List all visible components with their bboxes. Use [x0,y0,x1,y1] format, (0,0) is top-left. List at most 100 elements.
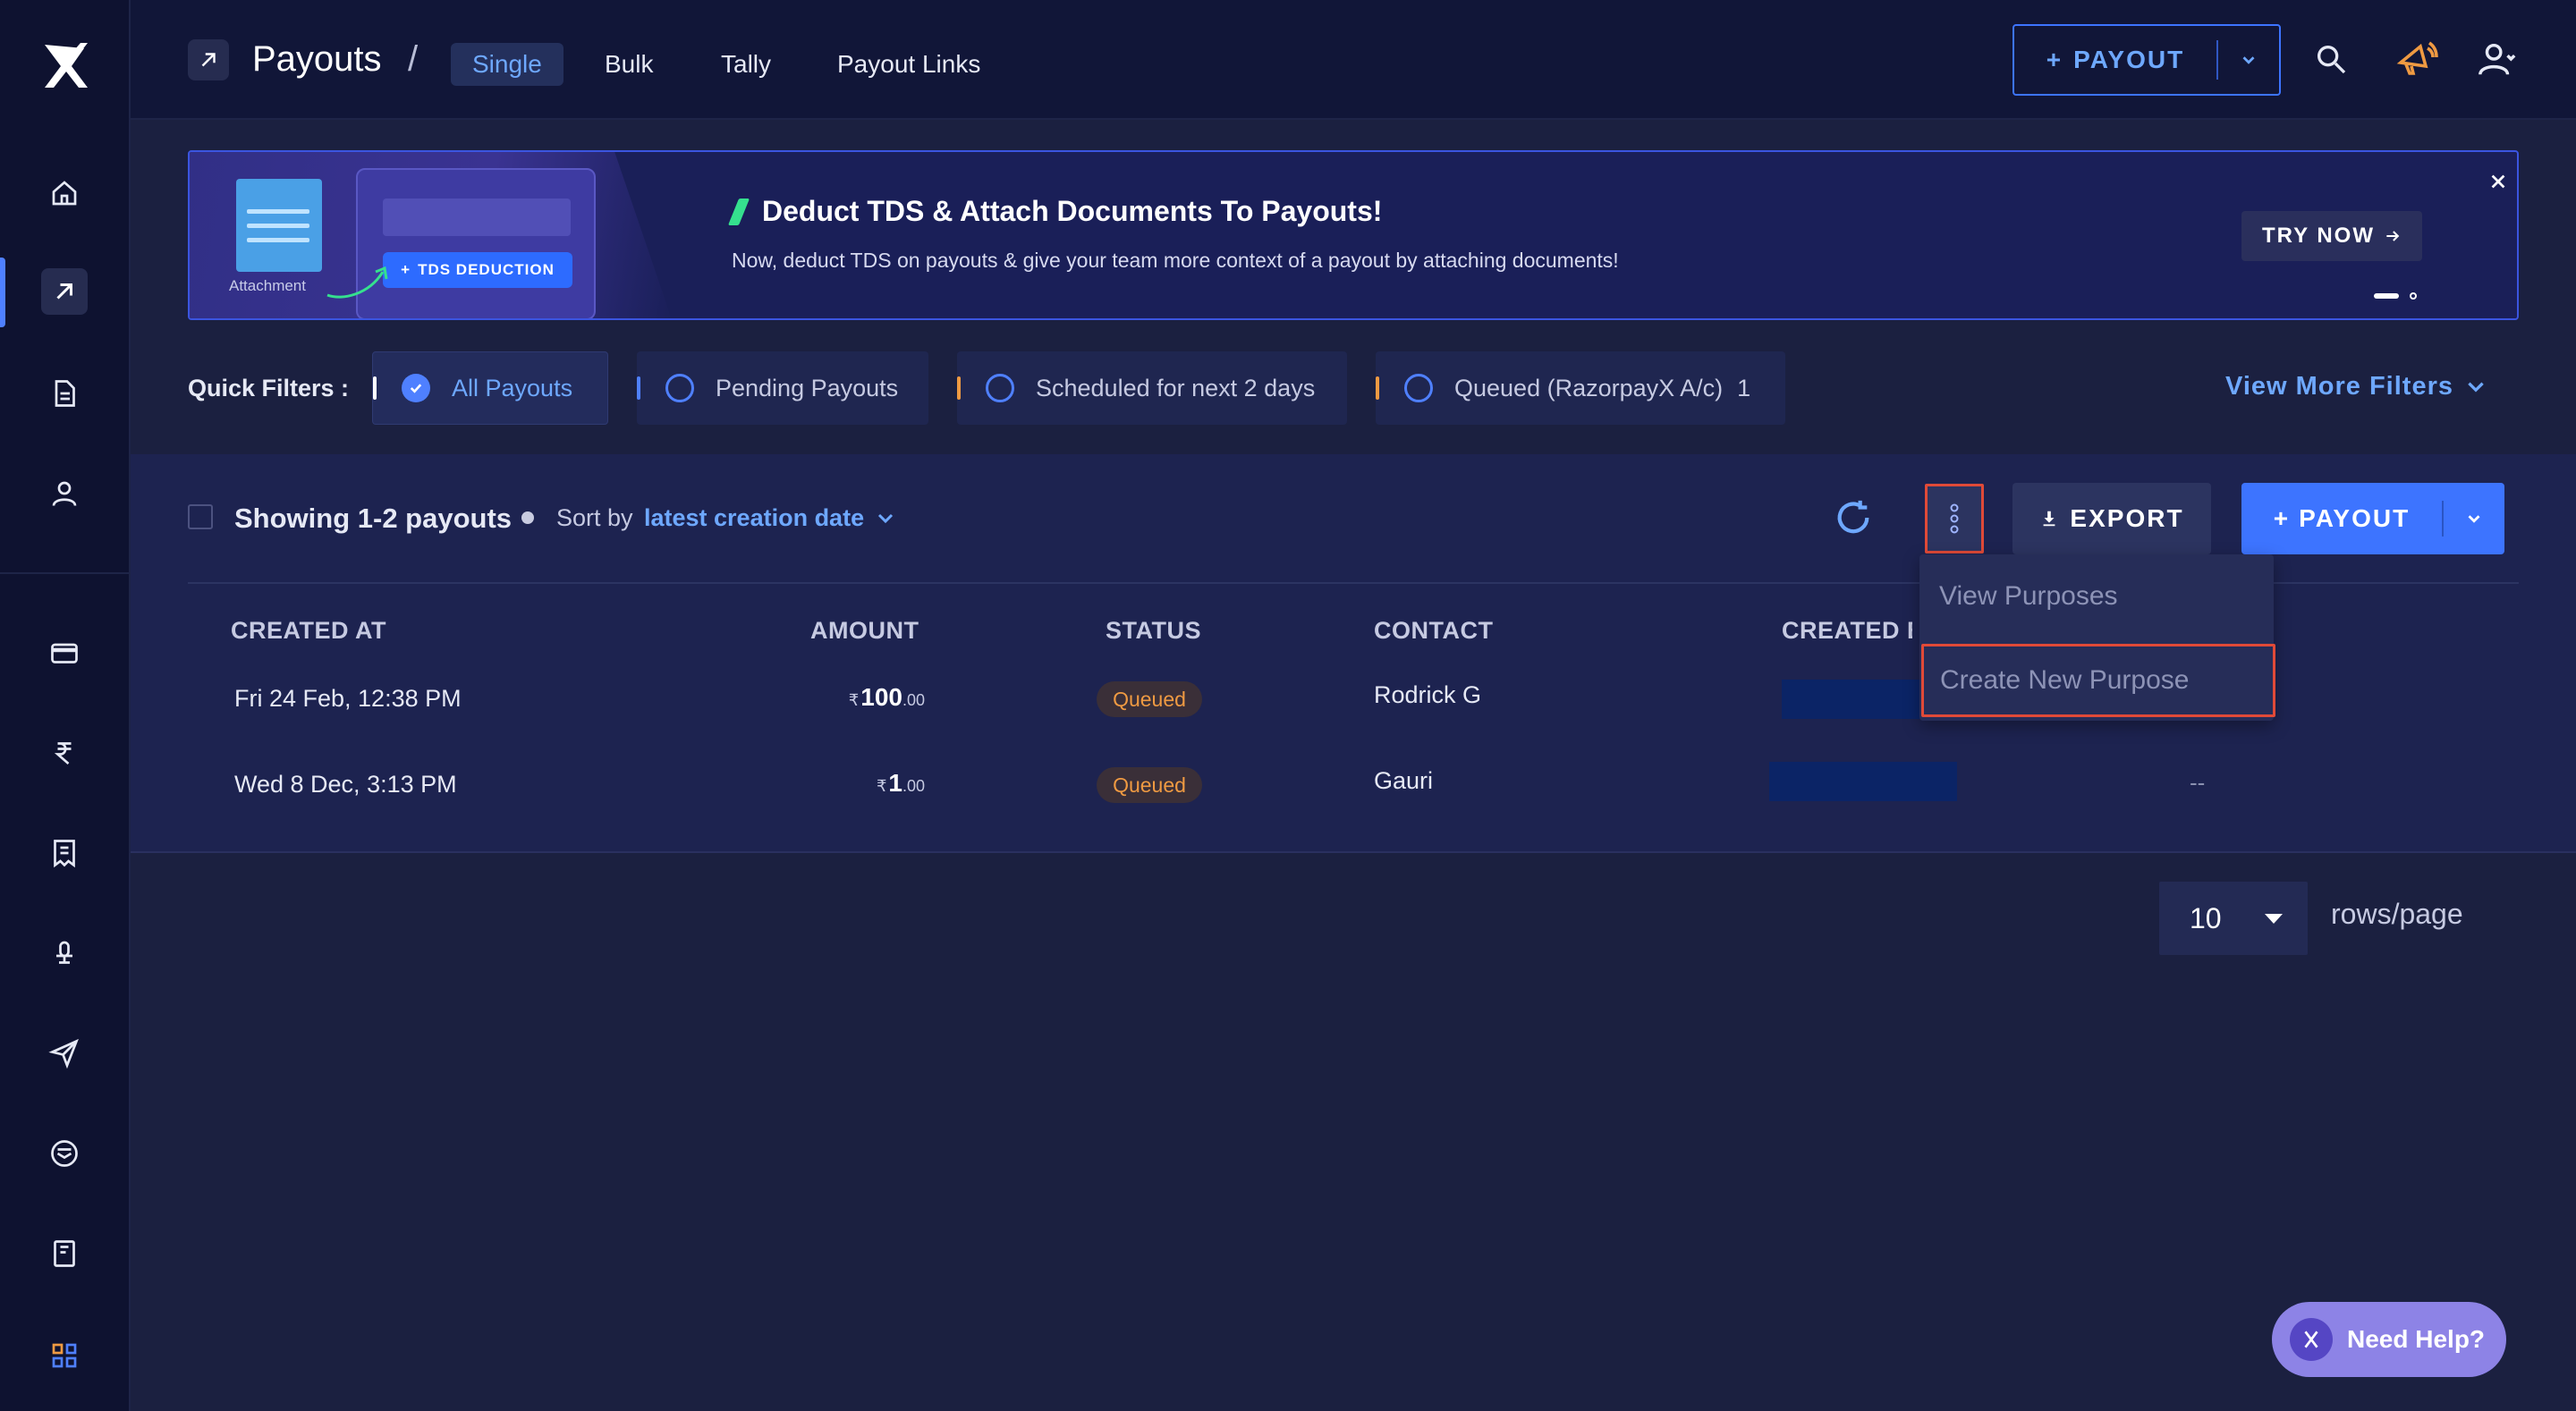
rows-per-page-label: rows/page [2331,898,2463,930]
contacts-icon[interactable] [47,476,82,511]
column-created-at: CREATED AT [231,617,386,644]
tab-tally[interactable]: Tally [699,43,792,86]
send-icon[interactable] [47,1035,82,1071]
breadcrumb-separator: / [408,39,419,79]
document-icon[interactable] [47,376,82,411]
header-payout-button: + PAYOUT [2012,24,2281,96]
column-amount: AMOUNT [810,617,919,644]
row-created-at: Fri 24 Feb, 12:38 PM [234,685,462,712]
carousel-dot[interactable] [2410,292,2417,300]
sort-by-label: Sort by [556,504,633,531]
banner-description: Now, deduct TDS on payouts & give your t… [732,249,1619,272]
filter-label: Queued (RazorpayX A/c) [1454,374,1724,401]
caret-down-icon [2265,914,2283,924]
column-status: STATUS [1106,617,1201,644]
tds-deduction-badge: + TDS DEDUCTION [383,252,572,288]
menu-create-new-purpose[interactable]: Create New Purpose [1921,644,2275,717]
user-account-icon[interactable] [2474,36,2521,82]
filter-color-bar [637,376,640,400]
filter-label: Scheduled for next 2 days [1036,374,1316,401]
table-row[interactable] [131,748,2576,824]
row-created-at: Wed 8 Dec, 3:13 PM [234,771,457,798]
download-icon [2044,511,2055,527]
tab-bulk[interactable]: Bulk [583,43,674,86]
razorpayx-logo[interactable] [39,39,89,93]
rows-per-page-value: 10 [2190,901,2222,934]
filter-queued[interactable]: Queued (RazorpayX A/c) 1 [1376,351,1785,425]
tab-single[interactable]: Single [451,43,564,86]
apps-grid-icon[interactable] [47,1338,82,1373]
refresh-icon[interactable] [1830,494,1877,541]
row-contact: Rodrick G [1374,681,1482,708]
close-icon[interactable] [2485,168,2512,195]
need-help-button[interactable]: Need Help? [2272,1302,2506,1377]
plus-icon: + [401,261,411,278]
try-now-button[interactable]: TRY NOW [2241,211,2422,261]
showing-count: Showing 1-2 payouts [234,503,513,534]
column-created-by: CREATED BY [1782,617,1912,644]
announcement-icon[interactable] [2394,36,2440,82]
row-amount: ₹ 100 .00 [848,683,925,711]
page-title: Payouts [252,39,382,79]
radio-icon [665,374,694,402]
menu-view-purposes[interactable]: View Purposes [1939,581,2118,612]
export-label: EXPORT [2070,504,2184,532]
filter-pending-payouts[interactable]: Pending Payouts [637,351,928,425]
filter-label: All Payouts [452,374,573,401]
plus-icon: + [2046,46,2063,73]
carousel-dot-active[interactable] [2374,293,2399,299]
row-amount: ₹ 1 .00 [876,769,925,797]
header-payout-main[interactable]: + PAYOUT [2014,26,2216,94]
payout-dropdown[interactable] [2444,483,2504,554]
view-more-filters-label: View More Filters [2225,372,2453,401]
rows-per-page-select[interactable]: 10 [2159,882,2308,955]
header-payout-dropdown[interactable] [2218,26,2279,94]
inbox-icon[interactable] [47,1136,82,1171]
banner-accent-stripe [727,199,750,225]
payouts-arrow-icon[interactable] [47,274,82,309]
filter-all-payouts[interactable]: All Payouts [372,351,608,425]
status-badge: Queued [1097,681,1202,717]
filter-color-bar [957,376,961,400]
invoice-icon[interactable] [47,835,82,871]
radio-icon [1404,374,1433,402]
filter-scheduled[interactable]: Scheduled for next 2 days [957,351,1347,425]
created-by-redacted [1769,762,1957,801]
quick-filters-label: Quick Filters : [188,375,350,401]
created-by-redacted [1782,680,1921,719]
tab-payout-links[interactable]: Payout Links [816,43,1002,86]
filter-color-bar [373,376,377,400]
tax-icon[interactable] [47,935,82,971]
rupee-icon[interactable] [47,735,82,771]
card-icon[interactable] [47,635,82,671]
view-more-filters-link[interactable]: View More Filters [2225,372,2487,401]
chevron-down-icon [878,513,894,523]
menu-create-new-purpose-label: Create New Purpose [1940,665,2190,695]
payout-button: + PAYOUT [2241,483,2504,554]
button-separator [2216,40,2218,80]
filter-label: Pending Payouts [716,374,899,401]
try-now-label: TRY NOW [2262,224,2375,248]
sort-by-dropdown[interactable]: latest creation date [644,504,896,532]
need-help-label: Need Help? [2347,1325,2486,1353]
more-options-button[interactable] [1925,484,1984,553]
vertical-dots-icon [1950,503,1959,534]
row-empty-value: -- [2190,769,2206,796]
sidebar [0,0,131,1411]
chevron-down-icon [2242,56,2255,64]
radio-icon [986,374,1014,402]
check-circle-icon [402,374,430,402]
column-contact: CONTACT [1374,617,1494,644]
payout-main[interactable]: + PAYOUT [2241,483,2442,554]
row-contact: Gauri [1374,767,1434,794]
dot-separator [521,511,534,524]
arrow-right-icon [2386,231,2400,241]
export-button[interactable]: EXPORT [2012,483,2211,554]
search-icon[interactable] [2308,36,2354,82]
home-icon[interactable] [47,175,82,211]
header-payout-label: PAYOUT [2073,46,2185,73]
filter-color-bar [1376,376,1379,400]
chevron-down-icon [2468,515,2480,523]
select-all-checkbox[interactable] [188,504,213,529]
book-icon[interactable] [47,1236,82,1272]
